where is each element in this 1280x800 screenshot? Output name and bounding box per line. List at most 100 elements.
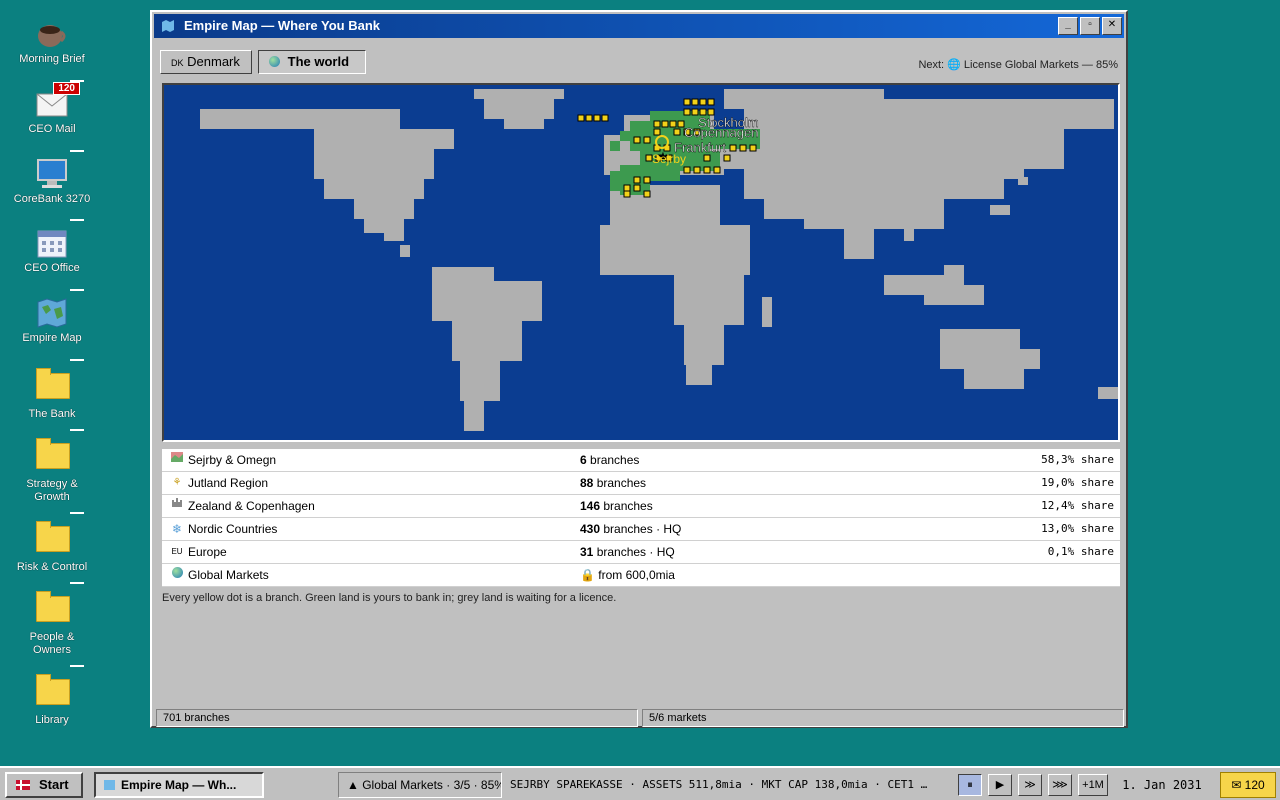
calendar-icon xyxy=(36,227,68,259)
branch-dot xyxy=(713,166,721,174)
land-block xyxy=(400,245,410,257)
land-block xyxy=(460,361,500,401)
goal-progress[interactable]: ▲ Global Markets · 3/5 · 85% xyxy=(338,772,502,798)
owned-block xyxy=(620,131,630,141)
land-block xyxy=(1004,149,1024,179)
coffee-cup-icon xyxy=(36,18,68,50)
branch-dot xyxy=(577,114,585,122)
land-block xyxy=(944,265,964,275)
desktop-icon-ceo-mail[interactable]: 120 CEO Mail xyxy=(6,80,98,136)
status-branches: 701 branches xyxy=(156,709,638,727)
faster-button[interactable]: ⋙ xyxy=(1048,774,1072,796)
advance-month-button[interactable]: +1M xyxy=(1078,774,1108,796)
region-row-sejrby[interactable]: Sejrby & Omegn 6 branches 58,3% share xyxy=(162,449,1120,472)
branch-dot xyxy=(683,166,691,174)
folder-icon xyxy=(36,368,70,405)
mail-icon: 120 xyxy=(36,82,80,120)
region-row-europe[interactable]: EU Europe 31 branches · HQ 0,1% share xyxy=(162,541,1120,564)
branch-dot xyxy=(707,98,715,106)
branch-dot xyxy=(739,144,747,152)
branch-dot xyxy=(673,128,681,136)
status-markets: 5/6 markets xyxy=(642,709,1124,727)
land-block xyxy=(432,267,494,281)
land-block xyxy=(314,129,454,149)
desktop-icon-ceo-office[interactable]: CEO Office xyxy=(6,219,98,275)
branch-dot xyxy=(661,120,669,128)
branch-dot xyxy=(633,136,641,144)
branch-dot xyxy=(623,184,631,192)
city-label-copenhagen: Copennagen xyxy=(684,125,758,140)
land-block xyxy=(354,199,414,219)
land-block xyxy=(504,119,544,129)
pause-button[interactable]: ⏸ xyxy=(958,774,982,796)
branch-dot xyxy=(691,98,699,106)
branch-dot xyxy=(693,166,701,174)
land-block xyxy=(1098,387,1118,399)
branch-dot xyxy=(633,176,641,184)
window-title: Empire Map — Where You Bank xyxy=(184,18,381,33)
branch-dot xyxy=(633,184,641,192)
branch-dot xyxy=(653,128,661,136)
city-label-sejrby: Sejrby xyxy=(652,152,686,166)
region-row-nordic[interactable]: ❄ Nordic Countries 430 branches · HQ 13,… xyxy=(162,518,1120,541)
close-button[interactable]: ✕ xyxy=(1102,17,1122,35)
branch-dot xyxy=(643,190,651,198)
land-block xyxy=(764,199,944,219)
minimize-button[interactable]: _ xyxy=(1058,17,1078,35)
branch-dot xyxy=(723,154,731,162)
land-block xyxy=(474,89,564,99)
empire-map-window: Empire Map — Where You Bank _ ▫ ✕ DK Den… xyxy=(150,10,1128,728)
map-icon xyxy=(162,20,174,32)
tab-the-world[interactable]: The world xyxy=(258,50,366,74)
region-table: Sejrby & Omegn 6 branches 58,3% share ⚘ … xyxy=(162,449,1120,587)
tab-denmark[interactable]: DK Denmark xyxy=(160,50,252,74)
land-block xyxy=(684,325,724,365)
branch-dot xyxy=(683,98,691,106)
land-block xyxy=(762,297,772,327)
taskbar-item-empire-map[interactable]: Empire Map — Wh... xyxy=(94,772,264,798)
desktop-icon-people-owners[interactable]: People & Owners xyxy=(6,582,98,657)
land-block xyxy=(464,401,484,431)
land-block xyxy=(686,365,712,385)
branch-dot xyxy=(699,98,707,106)
land-block xyxy=(384,233,404,241)
start-button[interactable]: Start xyxy=(5,772,83,798)
map-icon xyxy=(104,780,115,790)
land-block xyxy=(744,99,1114,129)
desktop-icon-library[interactable]: Library xyxy=(6,665,98,727)
branch-dot xyxy=(623,190,631,198)
branch-dot xyxy=(593,114,601,122)
land-block xyxy=(600,225,750,275)
world-map[interactable]: ★ Stockholm Copennagen Frankfurt Sejrby xyxy=(162,83,1120,442)
map-legend-note: Every yellow dot is a branch. Green land… xyxy=(162,592,617,604)
folder-icon xyxy=(36,674,70,711)
world-map-canvas: ★ Stockholm Copennagen Frankfurt Sejrby xyxy=(164,85,1118,440)
desktop-icon-corebank[interactable]: CoreBank 3270 xyxy=(6,150,98,206)
land-block xyxy=(940,329,1020,349)
folder-icon xyxy=(36,521,70,558)
window-titlebar[interactable]: Empire Map — Where You Bank _ ▫ ✕ xyxy=(154,14,1124,38)
mail-count-badge: 120 xyxy=(53,82,80,95)
play-button[interactable]: ▶ xyxy=(988,774,1012,796)
land-block xyxy=(1018,177,1028,185)
region-row-jutland[interactable]: ⚘ Jutland Region 88 branches 19,0% share xyxy=(162,472,1120,495)
land-block xyxy=(314,149,434,179)
desktop-icon-risk-control[interactable]: Risk & Control xyxy=(6,512,98,574)
land-block xyxy=(964,369,1024,389)
globe-icon xyxy=(269,56,280,67)
mail-tray-button[interactable]: ✉ 120 xyxy=(1220,772,1276,798)
branch-dot xyxy=(683,108,691,116)
maximize-button[interactable]: ▫ xyxy=(1080,17,1100,35)
land-block xyxy=(904,219,944,229)
desktop-icon-the-bank[interactable]: The Bank xyxy=(6,359,98,421)
branch-dot xyxy=(601,114,609,122)
region-row-global[interactable]: Global Markets 🔒 from 600,0mia xyxy=(162,564,1120,587)
region-row-zealand[interactable]: Zealand & Copenhagen 146 branches 12,4% … xyxy=(162,495,1120,518)
owned-block xyxy=(630,121,650,151)
desktop-icon-morning-brief[interactable]: Morning Brief xyxy=(6,18,98,66)
next-license-hint: Next: 🌐 License Global Markets — 85% xyxy=(918,59,1118,71)
branch-dot xyxy=(643,176,651,184)
fast-button[interactable]: ≫ xyxy=(1018,774,1042,796)
desktop-icon-strategy-growth[interactable]: Strategy & Growth xyxy=(6,429,98,504)
desktop-icon-empire-map[interactable]: Empire Map xyxy=(6,289,98,345)
